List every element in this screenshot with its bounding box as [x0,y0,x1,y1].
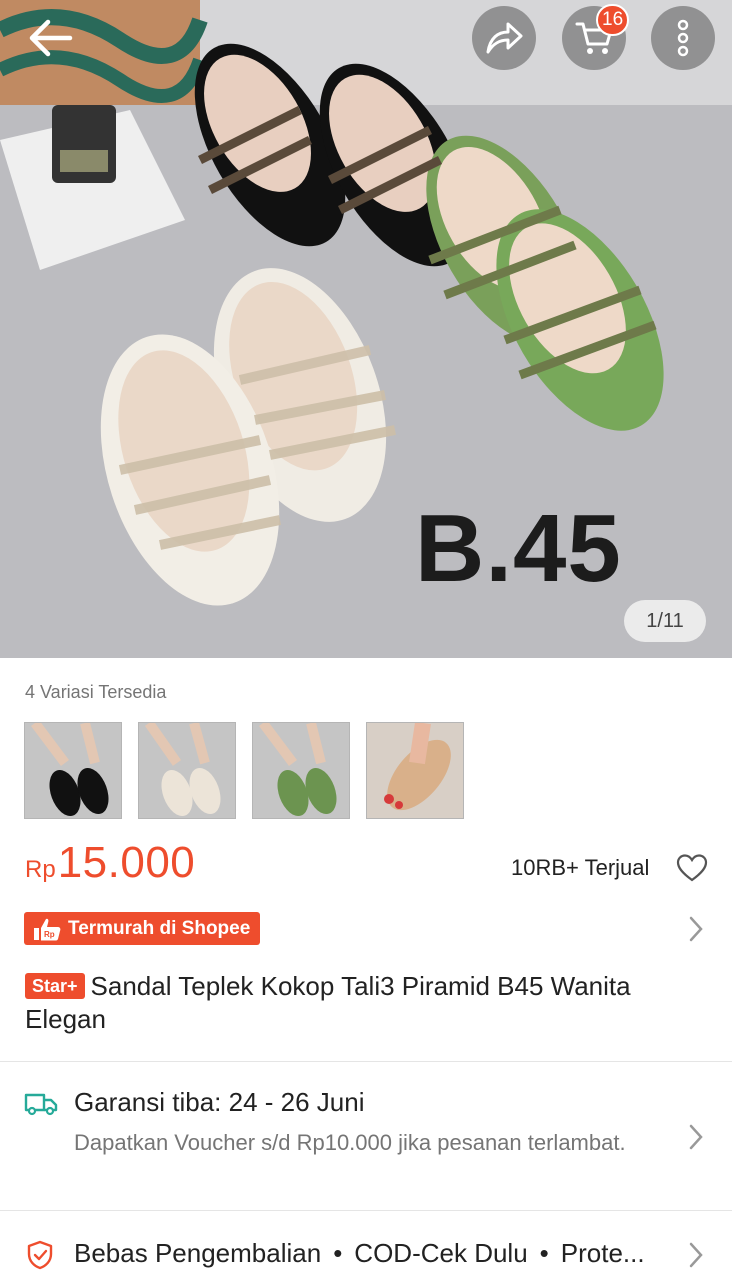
separator-dot: • [333,1238,343,1268]
guarantee-return: Bebas Pengembalian [74,1238,322,1268]
back-button[interactable] [18,6,82,70]
truck-icon [24,1093,58,1116]
cart-count-badge: 16 [596,4,630,36]
more-options-button[interactable] [651,6,715,70]
share-button[interactable] [472,6,536,70]
guarantee-protection: Prote... [560,1238,645,1268]
chevron-right-icon[interactable] [686,914,706,944]
delivery-guarantee-description: Dapatkan Voucher s/d Rp10.000 jika pesan… [74,1130,626,1155]
chevron-right-icon[interactable] [686,1240,706,1270]
chevron-right-icon[interactable] [686,1122,706,1152]
shield-check-icon [27,1240,53,1270]
divider [0,1061,732,1062]
price: Rp 15.000 [25,838,195,888]
sold-count: 10RB+ Terjual [511,855,650,880]
variation-thumb-nude[interactable] [366,722,464,819]
variation-thumb-green[interactable] [252,722,350,819]
divider [0,1210,732,1211]
product-image-gallery[interactable]: B.45 16 1/11 [0,0,732,658]
arrow-left-icon [29,19,73,57]
price-value: 15.000 [57,838,196,887]
more-vertical-icon [677,19,689,57]
cheapest-badge[interactable]: Rp Termurah di Shopee [24,912,261,945]
heart-icon[interactable] [676,853,708,883]
product-title-block: Star+ Sandal Teplek Kokop Tali3 Piramid B… [25,970,715,1036]
variation-thumb-black[interactable] [24,722,122,819]
price-currency: Rp [25,856,56,883]
product-title: Sandal Teplek Kokop Tali3 Piramid B45 Wa… [25,971,631,1034]
separator-dot: • [539,1238,549,1268]
variations-label: 4 Variasi Tersedia [25,682,167,702]
cheapest-badge-label: Termurah di Shopee [68,917,251,939]
star-plus-badge: Star+ [25,973,85,999]
image-counter: 1/11 [624,600,706,642]
guarantee-cod: COD-Cek Dulu [354,1238,528,1268]
delivery-guarantee-title: Garansi tiba: 24 - 26 Juni [74,1087,365,1117]
product-photo [0,0,732,658]
cart-button[interactable]: 16 [562,4,630,70]
product-code-overlay: B.45 [415,495,622,602]
thumbs-up-rp-icon: Rp [34,918,61,940]
service-guarantees[interactable]: Bebas Pengembalian • COD-Cek Dulu • Prot… [74,1238,680,1269]
svg-text:Rp: Rp [44,930,55,939]
variation-thumb-cream[interactable] [138,722,236,819]
share-icon [486,22,523,54]
product-page: B.45 16 1/11 4 Variasi Tersedia Rp 15.00… [0,0,732,1280]
